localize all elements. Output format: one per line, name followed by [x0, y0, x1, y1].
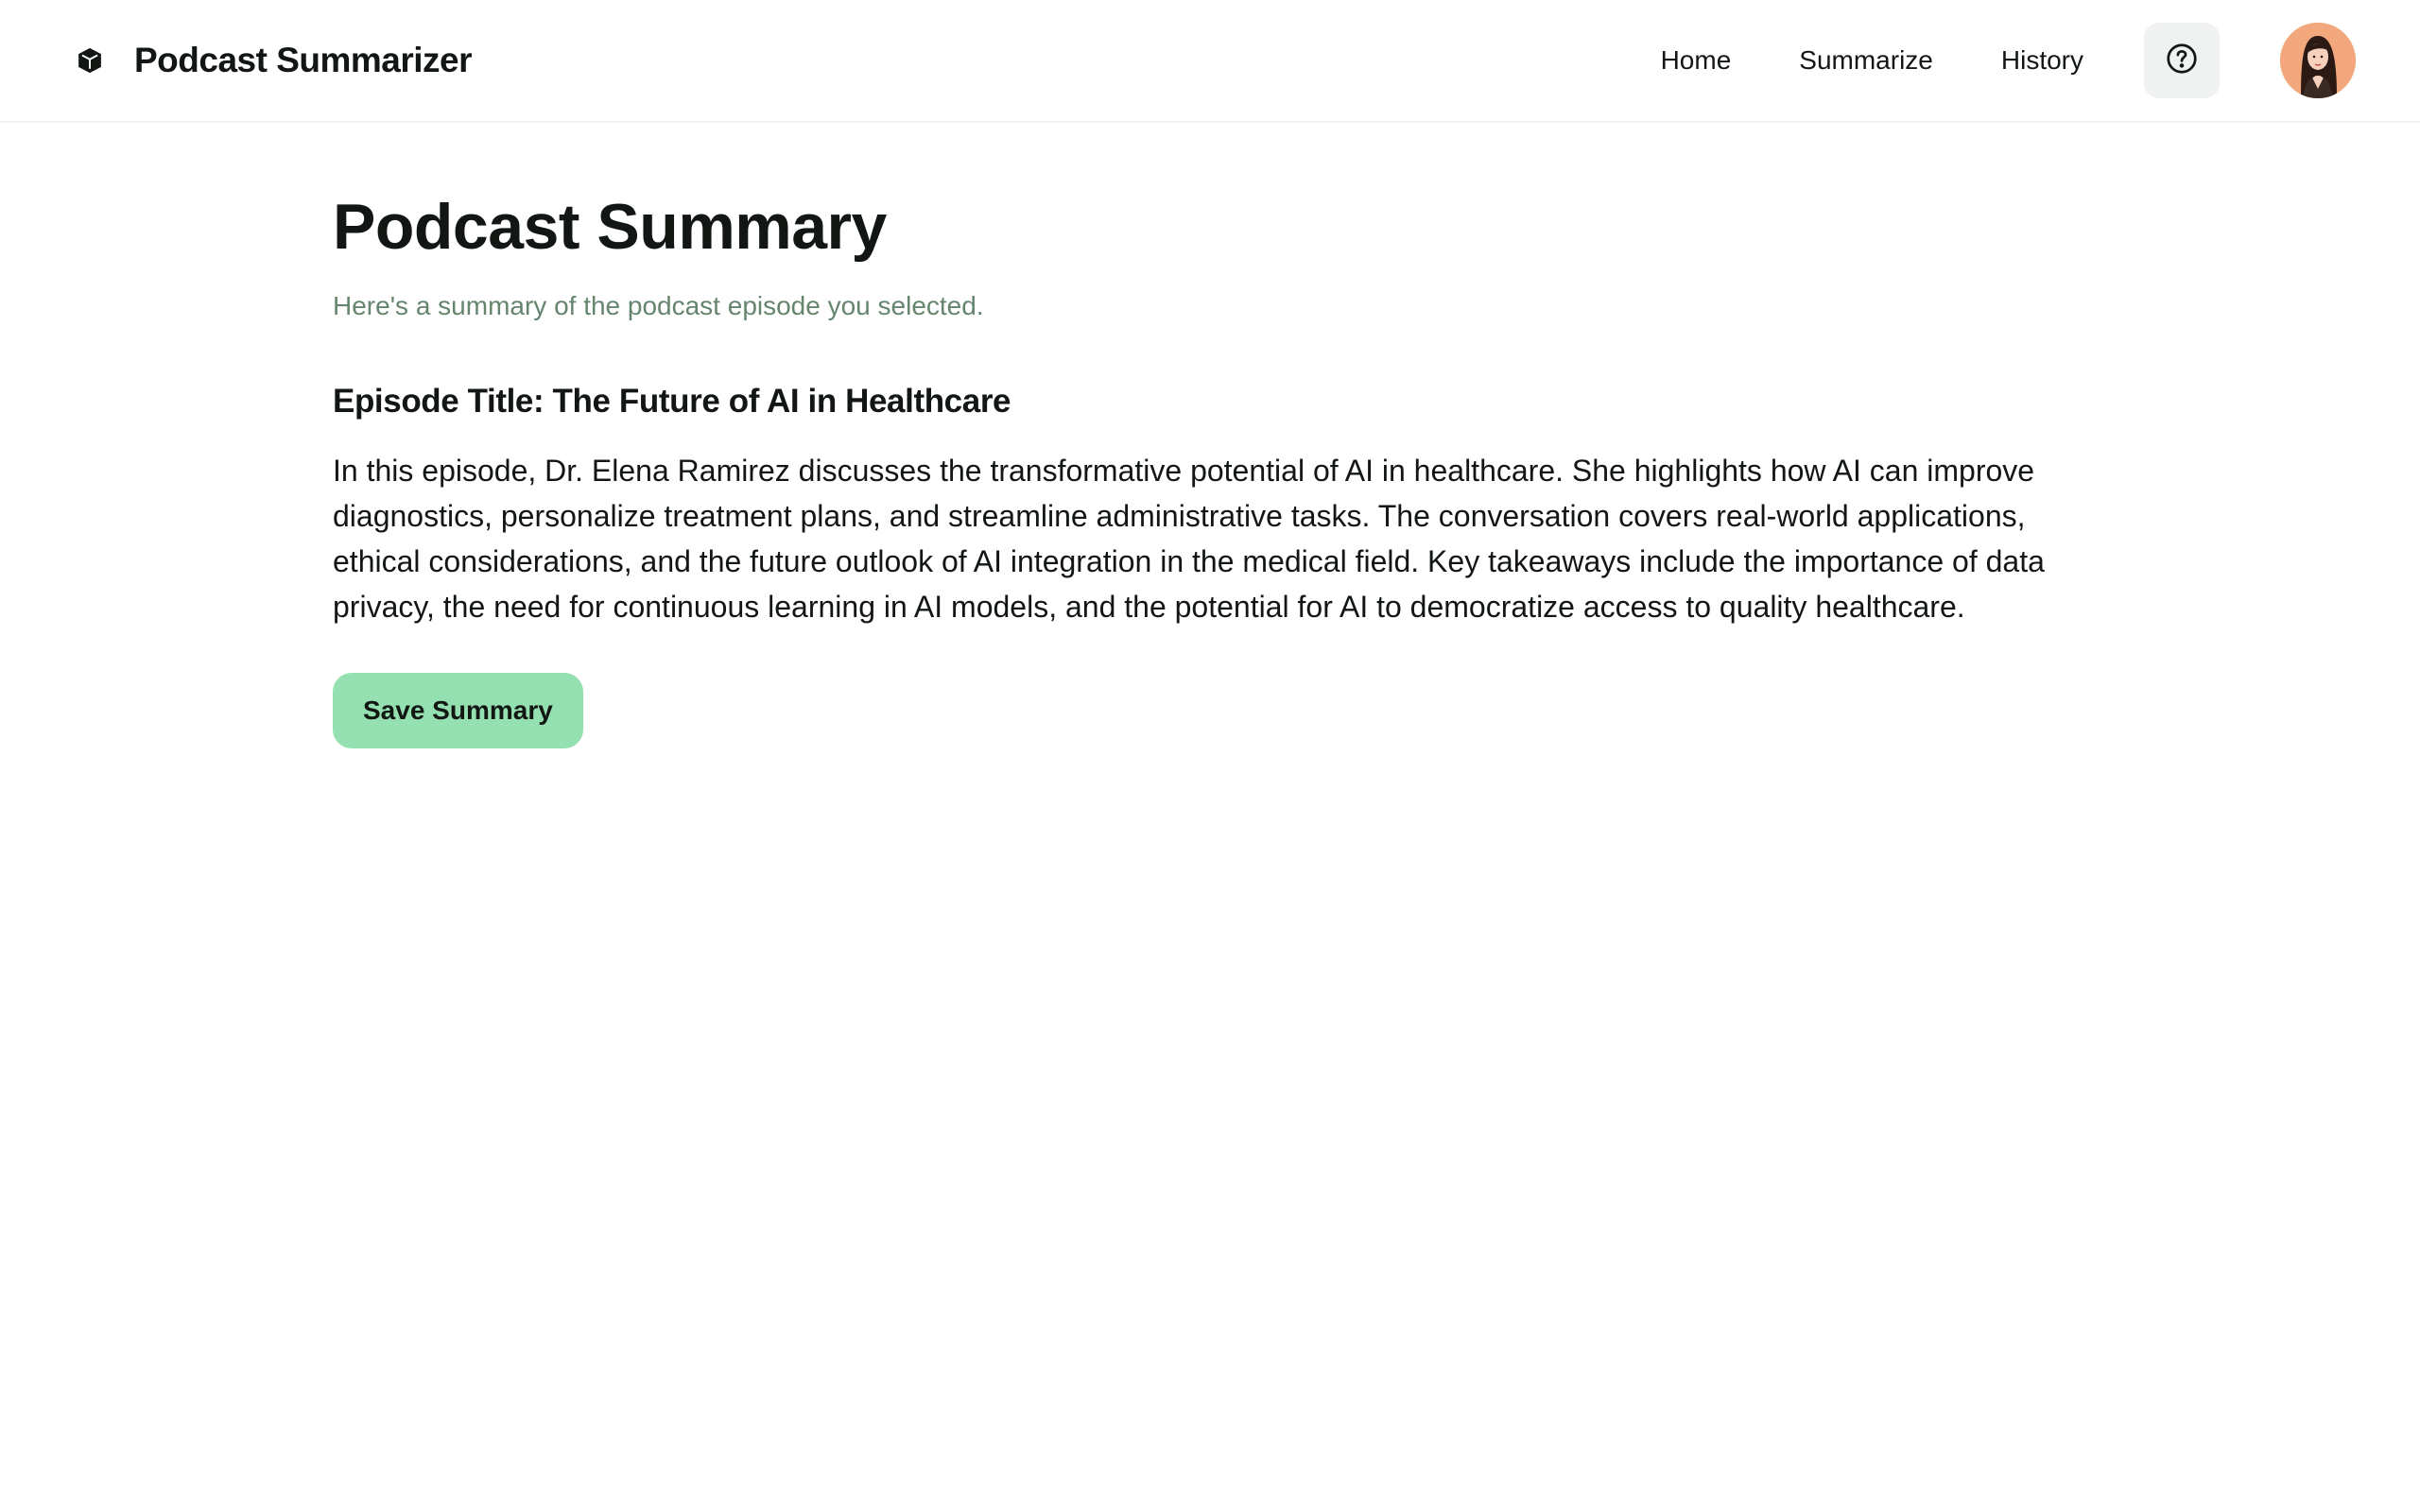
top-navbar: Podcast Summarizer Home Summarize Histor…: [0, 0, 2420, 123]
page-subtitle: Here's a summary of the podcast episode …: [333, 291, 984, 320]
user-avatar[interactable]: [2280, 23, 2356, 98]
brand[interactable]: Podcast Summarizer: [76, 41, 473, 80]
episode-title: Episode Title: The Future of AI in Healt…: [333, 383, 1011, 420]
summary-text: In this episode, Dr. Elena Ramirez discu…: [333, 454, 2045, 624]
cube-icon: [76, 46, 104, 75]
help-button[interactable]: [2144, 23, 2220, 98]
question-circle-icon: [2165, 42, 2199, 80]
main-nav: Home Summarize History: [1661, 23, 2356, 98]
nav-link-history[interactable]: History: [2001, 45, 2083, 76]
nav-link-summarize[interactable]: Summarize: [1799, 45, 1933, 76]
brand-title: Podcast Summarizer: [134, 41, 473, 79]
save-summary-button[interactable]: Save Summary: [333, 673, 583, 748]
nav-link-home[interactable]: Home: [1661, 45, 1732, 76]
summary-content: Podcast Summary Here's a summary of the …: [333, 189, 2091, 748]
page-title: Podcast Summary: [333, 191, 887, 263]
